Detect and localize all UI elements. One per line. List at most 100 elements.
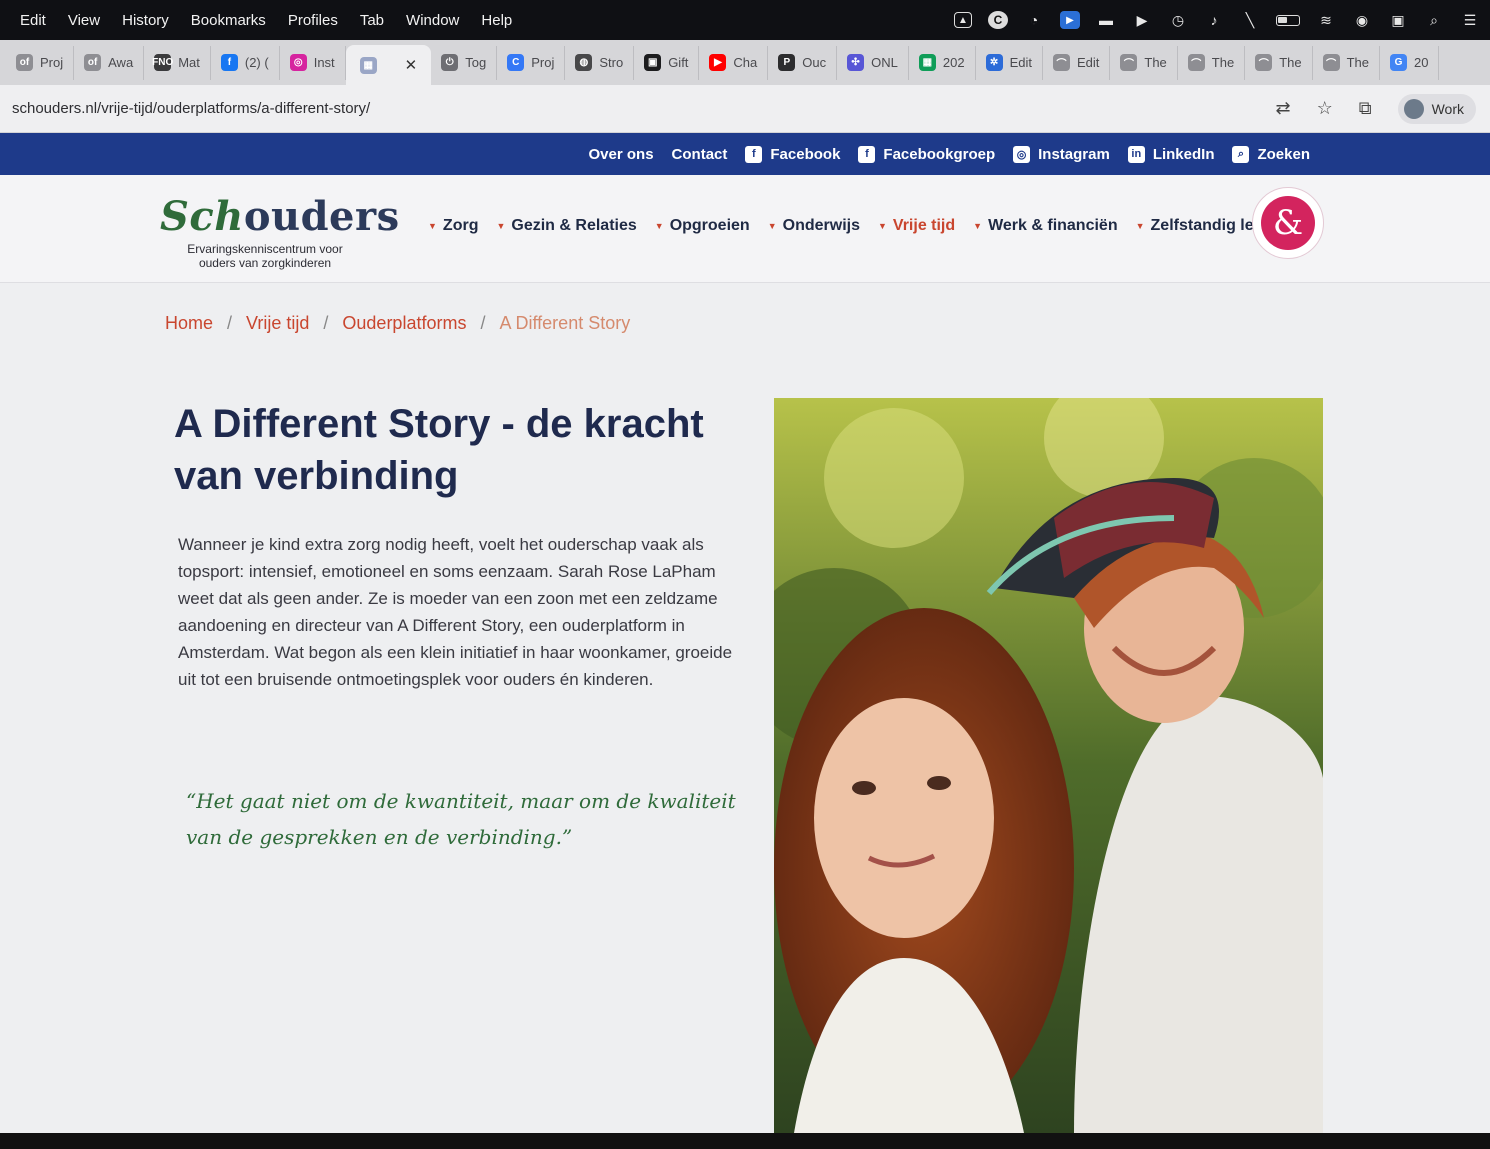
browser-tab[interactable]: ◍ Stro bbox=[565, 45, 635, 80]
zoom-icon[interactable]: ▶ bbox=[1060, 11, 1080, 29]
stats-icon[interactable]: ◔ bbox=[1024, 11, 1044, 29]
browser-tab[interactable]: C Proj bbox=[497, 45, 566, 80]
volume-icon[interactable]: ♪ bbox=[1204, 11, 1224, 29]
breadcrumb-home[interactable]: Home bbox=[165, 313, 213, 334]
topbar-link-linkedin[interactable]: in LinkedIn bbox=[1127, 145, 1214, 163]
menu-bookmarks[interactable]: Bookmarks bbox=[191, 12, 266, 29]
topbar-link-label: Zoeken bbox=[1257, 145, 1310, 163]
browser-tab[interactable]: of Proj bbox=[6, 45, 75, 80]
menu-tab[interactable]: Tab bbox=[360, 12, 384, 29]
topbar-link-label: Facebook bbox=[770, 145, 841, 163]
pull-quote: “Het gaat niet om de kwantiteit, maar om… bbox=[186, 789, 736, 849]
fno-icon: FNO bbox=[152, 54, 173, 71]
clock-icon[interactable]: ◷ bbox=[1168, 11, 1188, 29]
browser-tab[interactable]: ⌒ The bbox=[1245, 45, 1313, 80]
menu-help[interactable]: Help bbox=[481, 12, 512, 29]
photo-mother-and-son bbox=[774, 398, 1323, 1133]
topbar-link-facebookgroep[interactable]: f Facebookgroep bbox=[858, 145, 996, 163]
address-bar[interactable]: schouders.nl/vrije-tijd/ouderplatforms/a… bbox=[12, 100, 1275, 117]
browser-tab[interactable]: G 20 bbox=[1380, 45, 1440, 80]
browser-tab[interactable]: f (2) ( bbox=[211, 45, 280, 80]
browser-tab[interactable]: ⌒ The bbox=[1178, 45, 1246, 80]
battery-icon[interactable] bbox=[1276, 14, 1300, 26]
browser-tab[interactable]: ✣ ONL bbox=[837, 45, 909, 80]
macos-menubar: Edit View History Bookmarks Profiles Tab Windo… bbox=[0, 0, 1490, 40]
extensions-icon[interactable]: ⧉ bbox=[1359, 98, 1372, 119]
topbar-link-instagram[interactable]: ◎ Instagram bbox=[1013, 145, 1110, 163]
nav-item-vrije-tijd[interactable]: ▼ Vrije tijd bbox=[878, 217, 955, 235]
nav-item-gezin-relaties[interactable]: ▼ Gezin & Relaties bbox=[496, 217, 636, 235]
nav-item-onderwijs[interactable]: ▼ Onderwijs bbox=[768, 217, 860, 235]
browser-tab[interactable]: ▣ Gift bbox=[634, 45, 700, 80]
search-icon[interactable]: ⌕ bbox=[1424, 11, 1444, 29]
browser-tab[interactable]: ◎ Inst bbox=[280, 45, 346, 80]
breadcrumb: Home / Vrije tijd / Ouderplatforms / A D… bbox=[165, 313, 630, 334]
breadcrumb-ouderplatforms[interactable]: Ouderplatforms bbox=[342, 313, 466, 334]
site-utility-bar: Over ons Contact f Facebook f Facebookgroep ◎ I… bbox=[0, 133, 1490, 175]
breadcrumb-vrije-tijd[interactable]: Vrije tijd bbox=[246, 313, 309, 334]
menu-view[interactable]: View bbox=[68, 12, 100, 29]
topbar-link-facebook[interactable]: f Facebook bbox=[745, 145, 841, 163]
browser-tab[interactable]: ⏻ Tog bbox=[431, 45, 498, 80]
stichting-badge-logo[interactable]: & bbox=[1252, 187, 1324, 259]
browser-tab[interactable]: P Ouc bbox=[768, 45, 838, 80]
nav-item-label: Gezin & Relaties bbox=[511, 217, 637, 234]
pen-icon[interactable]: ╲ bbox=[1240, 11, 1260, 29]
play-icon[interactable]: ▶ bbox=[1132, 11, 1152, 29]
translate-icon[interactable]: ⇄ bbox=[1275, 98, 1290, 119]
drive-icon[interactable]: ▲ bbox=[954, 12, 972, 28]
article-photo bbox=[774, 398, 1323, 1133]
of-icon: of bbox=[16, 54, 33, 71]
tab-label: Stro bbox=[599, 55, 624, 70]
browser-tab[interactable]: ✲ Edit bbox=[976, 45, 1043, 80]
user-icon[interactable]: ◉ bbox=[1352, 11, 1372, 29]
bookmark-star-icon[interactable]: ☆ bbox=[1317, 98, 1333, 119]
browser-tab[interactable]: ⌒ The bbox=[1313, 45, 1380, 80]
chevron-down-icon: ▼ bbox=[1135, 221, 1145, 231]
logo-tagline-1: Ervaringskenniscentrum voor bbox=[187, 242, 343, 256]
menu-history[interactable]: History bbox=[122, 12, 169, 29]
globe-icon: ◍ bbox=[575, 54, 593, 71]
tab-label: The bbox=[1346, 55, 1369, 70]
topbar-link-over-ons[interactable]: Over ons bbox=[589, 146, 654, 163]
nav-item-opgroeien[interactable]: ▼ Opgroeien bbox=[655, 217, 750, 235]
profile-button[interactable]: Work bbox=[1397, 93, 1476, 124]
gift-icon: ▣ bbox=[644, 54, 662, 71]
menu-window[interactable]: Window bbox=[406, 12, 459, 29]
browser-tab[interactable]: FNO Mat bbox=[144, 45, 211, 80]
browser-tab[interactable]: ▦ 202 bbox=[909, 45, 976, 80]
tab-label: Proj bbox=[531, 55, 555, 70]
wifi-icon[interactable]: ≋ bbox=[1316, 11, 1336, 29]
toggl-icon: ⏻ bbox=[441, 54, 459, 71]
browser-toolbar: schouders.nl/vrije-tijd/ouderplatforms/a… bbox=[0, 85, 1490, 133]
nav-item-zorg[interactable]: ▼ Zorg bbox=[428, 217, 478, 235]
topbar-link-label: Instagram bbox=[1038, 145, 1110, 163]
tab-label: Gift bbox=[668, 55, 689, 70]
topbar-link-contact[interactable]: Contact bbox=[672, 146, 728, 163]
instagram-icon: ◎ bbox=[289, 54, 307, 71]
tab-label: (2) ( bbox=[244, 55, 269, 70]
menu-edit[interactable]: Edit bbox=[20, 12, 46, 29]
browser-tab[interactable]: ⌒ Edit bbox=[1043, 45, 1111, 80]
browser-tab[interactable]: of Awa bbox=[74, 45, 145, 80]
chevron-down-icon: ▼ bbox=[654, 221, 664, 231]
tab-label: Edit bbox=[1009, 55, 1032, 70]
menu-profiles[interactable]: Profiles bbox=[288, 12, 338, 29]
breadcrumb-separator: / bbox=[227, 313, 233, 333]
browser-tab[interactable]: ⌒ The bbox=[1110, 45, 1178, 80]
notification-icon[interactable]: ▣ bbox=[1388, 11, 1408, 29]
c-app-icon[interactable]: C bbox=[988, 11, 1008, 29]
site-logo[interactable]: Schouders Ervaringskenniscentrum voor ou… bbox=[160, 193, 400, 270]
close-tab-icon[interactable]: ✕ bbox=[405, 56, 418, 74]
breadcrumb-separator: / bbox=[480, 313, 486, 333]
hat-icon: ⌒ bbox=[1052, 54, 1070, 71]
topbar-link-zoeken[interactable]: ⌕ Zoeken bbox=[1232, 145, 1310, 163]
nav-item-werk-financi-n[interactable]: ▼ Werk & financiën bbox=[973, 217, 1117, 235]
nav-item-label: Opgroeien bbox=[669, 217, 750, 234]
car-icon[interactable]: ▬ bbox=[1096, 11, 1116, 29]
topbar-link-label: Facebookgroep bbox=[883, 145, 996, 163]
browser-tab[interactable]: ▶ Cha bbox=[699, 45, 769, 80]
gear-icon: ✲ bbox=[985, 54, 1003, 71]
control-center-icon[interactable]: ☰ bbox=[1460, 11, 1480, 29]
browser-tab[interactable]: ▦ ✕ bbox=[345, 45, 432, 85]
